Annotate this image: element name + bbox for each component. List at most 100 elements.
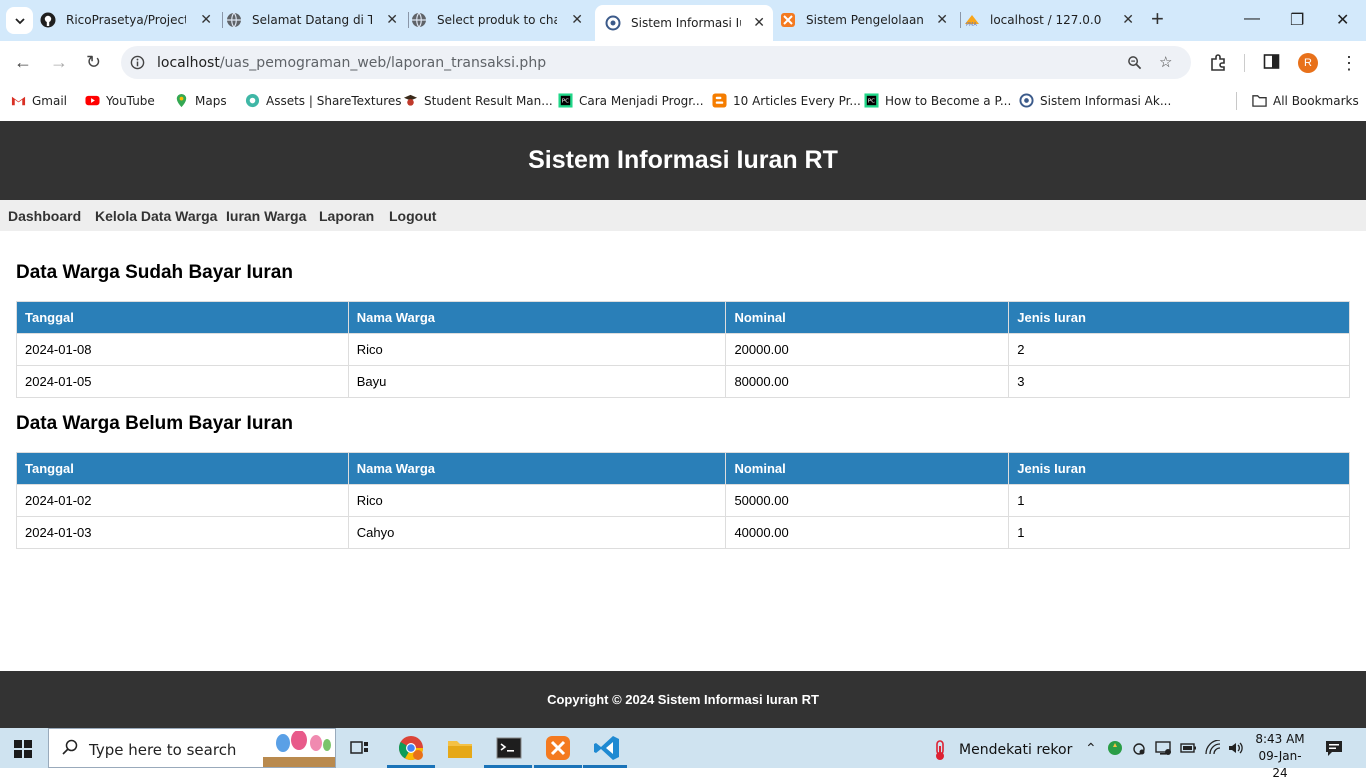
address-bar[interactable]: localhost/uas_pemograman_web/laporan_tra… (121, 46, 1191, 79)
youtube-icon (85, 95, 100, 106)
bookmark-star-icon[interactable]: ☆ (1159, 53, 1172, 71)
close-icon[interactable]: ✕ (571, 12, 583, 28)
bookmark-label: Maps (195, 93, 227, 108)
close-icon[interactable]: ✕ (1122, 12, 1134, 28)
svg-text:PMA: PMA (966, 22, 977, 28)
bookmark-label: Sistem Informasi Ak... (1040, 93, 1172, 108)
task-view-icon[interactable] (350, 739, 369, 757)
close-window-icon[interactable]: ✕ (1336, 10, 1349, 30)
bookmark-cara-menjadi[interactable]: PC Cara Menjadi Progr... (558, 93, 704, 108)
chevron-up-icon[interactable]: ⌃ (1085, 740, 1097, 757)
terminal-taskbar-icon[interactable] (495, 734, 523, 762)
folder-icon (1252, 95, 1267, 107)
table-row: 2024-01-02 Rico 50000.00 1 (16, 484, 1350, 517)
notification-icon[interactable] (1325, 739, 1343, 757)
column-header: Nominal (725, 301, 1010, 334)
tab-github[interactable]: RicoPrasetya/Project_ ✕ (40, 5, 220, 35)
back-arrow-icon[interactable]: ← (14, 53, 32, 71)
bookmark-how-to-become[interactable]: PC How to Become a P... (864, 93, 1011, 108)
windows-start-icon[interactable] (14, 740, 32, 758)
table-row: 2024-01-05 Bayu 80000.00 3 (16, 365, 1350, 398)
bookmark-label: Student Result Man... (424, 93, 553, 108)
shield-tray-icon[interactable] (1107, 740, 1123, 756)
nav-laporan[interactable]: Laporan (319, 208, 374, 224)
tab-title: Selamat Datang di To (252, 13, 372, 27)
cell-jenis-iuran: 1 (1008, 484, 1350, 517)
paid-table: Tanggal Nama Warga Nominal Jenis Iuran 2… (16, 301, 1350, 398)
xampp-taskbar-icon[interactable] (544, 734, 572, 762)
close-icon[interactable]: ✕ (200, 12, 212, 28)
unpaid-table: Tanggal Nama Warga Nominal Jenis Iuran 2… (16, 452, 1350, 549)
battery-icon[interactable] (1180, 740, 1197, 756)
tab-sistem-informasi-iuran[interactable]: Sistem Informasi Iura ✕ (595, 5, 773, 41)
close-icon[interactable]: ✕ (753, 15, 765, 31)
cell-nominal: 40000.00 (725, 516, 1010, 549)
forward-arrow-icon[interactable]: → (50, 53, 68, 71)
extensions-icon[interactable] (1209, 53, 1227, 71)
maps-icon (176, 93, 187, 108)
chrome-taskbar-icon[interactable] (397, 734, 425, 762)
taskbar-search[interactable]: Type here to search (48, 728, 336, 768)
speaker-icon[interactable] (1227, 740, 1244, 756)
site-header: Sistem Informasi Iuran RT (0, 121, 1366, 200)
close-icon[interactable]: ✕ (936, 12, 948, 28)
cell-nama-warga: Rico (347, 484, 727, 517)
bookmark-student-result[interactable]: Student Result Man... (403, 93, 553, 108)
paid-section-title: Data Warga Sudah Bayar Iuran (16, 262, 293, 283)
nav-kelola-data-warga[interactable]: Kelola Data Warga (95, 208, 217, 224)
thermometer-icon (936, 740, 944, 760)
reload-icon[interactable]: ↻ (86, 53, 101, 71)
nav-dashboard[interactable]: Dashboard (8, 208, 81, 224)
wifi-icon[interactable] (1205, 740, 1221, 756)
site-icon (1019, 93, 1034, 108)
bookmark-sharetextures[interactable]: Assets | ShareTextures (245, 93, 402, 108)
taskbar-clock[interactable]: 8:43 AM 09-Jan-24 (1252, 731, 1308, 782)
network-cloud-icon[interactable] (1131, 740, 1147, 756)
chevron-down-icon (14, 17, 25, 24)
svg-text:PC: PC (868, 98, 875, 104)
weather-widget[interactable]: Mendekati rekor (930, 739, 1072, 761)
profile-avatar[interactable]: R (1298, 53, 1318, 73)
cell-tanggal: 2024-01-08 (16, 333, 349, 366)
cell-jenis-iuran: 1 (1008, 516, 1350, 549)
tab-selamat-datang[interactable]: Selamat Datang di To ✕ (226, 5, 406, 35)
nav-logout[interactable]: Logout (389, 208, 436, 224)
more-menu-icon[interactable]: ⋮ (1340, 53, 1358, 74)
display-tray-icon[interactable] (1155, 740, 1172, 756)
restore-icon[interactable]: ❐ (1290, 10, 1304, 30)
column-header: Tanggal (16, 301, 349, 334)
bookmark-youtube[interactable]: YouTube (85, 93, 155, 108)
nav-iuran-warga[interactable]: Iuran Warga (226, 208, 306, 224)
table-row: 2024-01-03 Cahyo 40000.00 1 (16, 516, 1350, 549)
side-panel-icon[interactable] (1263, 53, 1280, 70)
browser-tab-strip: RicoPrasetya/Project_ ✕ Selamat Datang d… (0, 0, 1366, 41)
globe-icon (227, 12, 241, 28)
bookmark-gmail[interactable]: Gmail (11, 93, 67, 108)
minimize-icon[interactable]: — (1244, 10, 1260, 28)
vscode-taskbar-icon[interactable] (593, 734, 621, 762)
site-info-icon[interactable] (130, 55, 145, 70)
tab-title: Sistem Informasi Iura (631, 16, 741, 30)
bookmark-10-articles[interactable]: 10 Articles Every Pr... (712, 93, 861, 108)
column-header: Nama Warga (347, 301, 727, 334)
cell-nama-warga: Rico (347, 333, 727, 366)
tab-select-produk[interactable]: Select produk to char ✕ (411, 5, 591, 35)
bookmark-sistem-informasi-ak[interactable]: Sistem Informasi Ak... (1019, 93, 1171, 108)
zoom-icon[interactable] (1127, 55, 1142, 70)
file-explorer-taskbar-icon[interactable] (446, 734, 474, 762)
all-bookmarks-button[interactable]: All Bookmarks (1252, 93, 1359, 108)
tab-sistem-pengelolaan[interactable]: Sistem Pengelolaan K ✕ (780, 5, 956, 35)
close-icon[interactable]: ✕ (386, 12, 398, 28)
cell-jenis-iuran: 3 (1008, 365, 1350, 398)
site-nav: Dashboard Kelola Data Warga Iuran Warga … (0, 200, 1366, 231)
column-header: Jenis Iuran (1008, 452, 1350, 485)
tab-search-button[interactable] (6, 7, 33, 34)
bookmark-maps[interactable]: Maps (174, 93, 227, 108)
weather-text: Mendekati rekor (959, 742, 1073, 758)
tab-phpmyadmin[interactable]: PMA localhost / 127.0.0.1 / ✕ (964, 5, 1142, 35)
phpmyadmin-icon: PMA (965, 15, 979, 28)
site-footer: Copyright © 2024 Sistem Informasi Iuran … (0, 671, 1366, 728)
bookmarks-bar: Gmail YouTube Maps Assets | ShareTexture… (0, 85, 1366, 121)
table-header-row: Tanggal Nama Warga Nominal Jenis Iuran (16, 301, 1350, 334)
new-tab-button[interactable]: + (1151, 8, 1164, 30)
